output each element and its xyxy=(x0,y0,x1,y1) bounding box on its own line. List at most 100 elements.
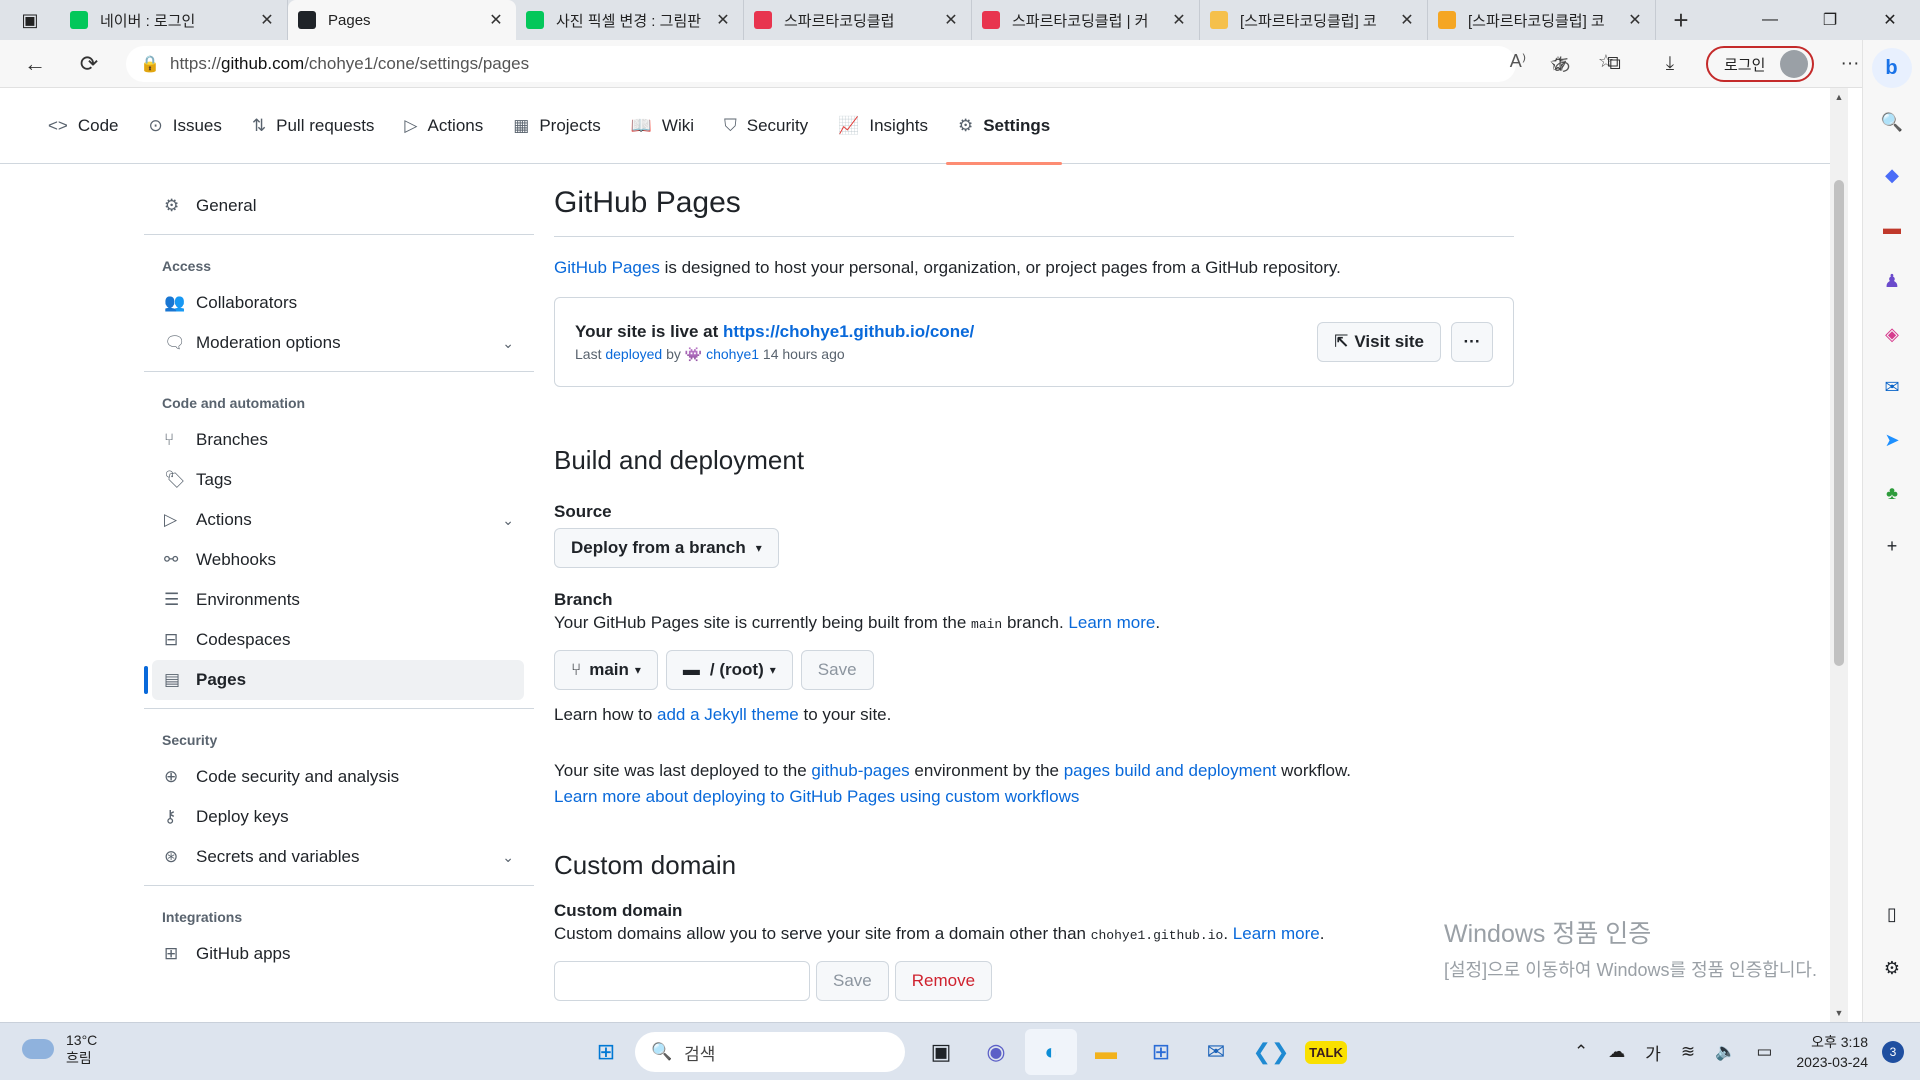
browser-tab[interactable]: 스파르타코딩클럽 ✕ xyxy=(744,0,972,40)
sidebar-item-tags[interactable]: 🏷 Tags xyxy=(144,460,534,500)
deployed-link[interactable]: deployed xyxy=(605,346,662,362)
close-tab-icon[interactable]: ✕ xyxy=(713,10,733,30)
tab-settings[interactable]: ⚙ Settings xyxy=(945,88,1063,165)
ime-indicator[interactable]: 가 xyxy=(1645,1040,1661,1065)
tab-wiki[interactable]: 📖 Wiki xyxy=(631,88,694,164)
sidebar-item-actions[interactable]: ▷ Actions ⌄ xyxy=(144,500,534,540)
taskbar-search[interactable]: 🔍 검색 xyxy=(635,1032,905,1072)
task-view-icon[interactable]: ▣ xyxy=(915,1029,967,1075)
browser-tab[interactable]: [스파르타코딩클럽] 코 ✕ xyxy=(1200,0,1428,40)
chevron-up-icon[interactable]: ⌃ xyxy=(1574,1042,1588,1062)
search-icon[interactable]: 🔍 xyxy=(1863,96,1920,149)
downloads-icon[interactable]: ⤓ xyxy=(1642,46,1698,82)
save-branch-button[interactable]: Save xyxy=(800,650,874,690)
sidebar-item-branches[interactable]: ⑂ Branches xyxy=(144,420,534,460)
tab-actions[interactable]: ▷ Actions xyxy=(404,88,483,164)
save-domain-button[interactable]: Save xyxy=(816,961,889,1001)
wifi-icon[interactable]: ≋ xyxy=(1681,1042,1695,1062)
custom-domain-input[interactable] xyxy=(554,961,810,1001)
kakaotalk-icon[interactable]: TALK xyxy=(1300,1029,1352,1075)
file-explorer-icon[interactable]: ▬ xyxy=(1080,1029,1132,1075)
clock[interactable]: 오후 3:18 2023-03-24 xyxy=(1796,1032,1868,1072)
start-icon[interactable]: ⊞ xyxy=(580,1029,632,1075)
close-window-button[interactable]: ✕ xyxy=(1860,0,1920,40)
edge-icon[interactable]: ◐ xyxy=(1025,1029,1077,1075)
profile-login-button[interactable]: 로그인 xyxy=(1706,46,1814,82)
browser-tab[interactable]: Pages ✕ xyxy=(288,0,516,40)
sidebar-item-secrets[interactable]: ⊛ Secrets and variables ⌄ xyxy=(144,837,534,877)
vscode-icon[interactable]: ❮❯ xyxy=(1245,1029,1297,1075)
browser-tab[interactable]: 스파르타코딩클럽 | 커 ✕ xyxy=(972,0,1200,40)
tab-security[interactable]: ⛉ Security xyxy=(724,88,808,164)
browser-tab[interactable]: [스파르타코딩클럽] 코 ✕ xyxy=(1428,0,1656,40)
tab-issues[interactable]: ⊙ Issues xyxy=(149,88,222,164)
back-button[interactable]: ← xyxy=(8,40,62,88)
scroll-up-icon[interactable]: ▲ xyxy=(1830,92,1848,102)
visit-site-button[interactable]: ⇱ Visit site xyxy=(1317,322,1441,362)
sidebar-item-code-security[interactable]: ⊕ Code security and analysis xyxy=(144,757,534,797)
close-tab-icon[interactable]: ✕ xyxy=(1625,10,1645,30)
tab-insights[interactable]: 📈 Insights xyxy=(838,88,928,164)
tab-projects[interactable]: ▦ Projects xyxy=(513,88,600,164)
remove-domain-button[interactable]: Remove xyxy=(894,961,993,1001)
outlook-icon[interactable]: ✉ xyxy=(1863,361,1920,414)
environment-link[interactable]: github-pages xyxy=(811,761,909,780)
custom-workflows-link[interactable]: Learn more about deploying to GitHub Pag… xyxy=(554,787,1079,806)
learn-more-link[interactable]: Learn more xyxy=(1068,613,1155,632)
sidebar-item-collaborators[interactable]: 👥 Collaborators xyxy=(144,283,534,323)
weather-widget[interactable]: 13°C 흐림 xyxy=(22,1031,97,1067)
split-screen-icon[interactable]: ▯ xyxy=(1863,888,1920,941)
mail-icon[interactable]: ✉ xyxy=(1190,1029,1242,1075)
sidebar-item-moderation[interactable]: 🗨 Moderation options ⌄ xyxy=(144,323,534,363)
browser-tab[interactable]: 네이버 : 로그인 ✕ xyxy=(60,0,288,40)
close-tab-icon[interactable]: ✕ xyxy=(941,10,961,30)
notification-badge[interactable]: 3 xyxy=(1882,1041,1904,1063)
teams-chat-icon[interactable]: ◉ xyxy=(970,1029,1022,1075)
jekyll-theme-link[interactable]: add a Jekyll theme xyxy=(657,705,799,724)
more-options-button[interactable]: ··· xyxy=(1451,322,1493,362)
scroll-down-icon[interactable]: ▼ xyxy=(1830,1008,1848,1018)
folder-select[interactable]: ▬ / (root) ▾ xyxy=(665,650,793,690)
onedrive-icon[interactable]: ☁ xyxy=(1608,1042,1625,1062)
shopping-icon[interactable]: ◆ xyxy=(1863,149,1920,202)
sidebar-item-environments[interactable]: ☰ Environments xyxy=(144,580,534,620)
user-link[interactable]: chohye1 xyxy=(706,346,759,362)
add-sidebar-icon[interactable]: + xyxy=(1863,520,1920,573)
scroll-thumb[interactable] xyxy=(1834,180,1844,666)
sidebar-item-pages[interactable]: ▤ Pages xyxy=(144,660,524,700)
office-icon[interactable]: ◈ xyxy=(1863,308,1920,361)
close-tab-icon[interactable]: ✕ xyxy=(486,10,506,30)
battery-icon[interactable]: ▭ xyxy=(1756,1042,1772,1062)
close-tab-icon[interactable]: ✕ xyxy=(1397,10,1417,30)
branch-select[interactable]: ⑂ main ▾ xyxy=(554,650,658,690)
sidebar-item-webhooks[interactable]: ⚯ Webhooks xyxy=(144,540,534,580)
collections-icon[interactable]: ⧉ xyxy=(1586,46,1642,82)
url-bar[interactable]: 🔒 https://github.com/chohye1/cone/settin… xyxy=(126,46,1614,82)
sidebar-item-codespaces[interactable]: ⊟ Codespaces xyxy=(144,620,534,660)
sidebar-settings-icon[interactable]: ⚙ xyxy=(1863,942,1920,995)
site-url-link[interactable]: https://chohye1.github.io/cone/ xyxy=(723,322,974,341)
close-tab-icon[interactable]: ✕ xyxy=(257,10,277,30)
custom-learn-more-link[interactable]: Learn more xyxy=(1233,924,1320,943)
browser-tab[interactable]: 사진 픽셀 변경 : 그림판 ✕ xyxy=(516,0,744,40)
page-scrollbar[interactable]: ▲ ▼ xyxy=(1830,88,1848,1022)
tab-code[interactable]: <> Code xyxy=(48,88,119,164)
close-tab-icon[interactable]: ✕ xyxy=(1169,10,1189,30)
tab-actions-icon[interactable]: ▣ xyxy=(0,0,60,40)
tab-pull-requests[interactable]: ⇅ Pull requests xyxy=(252,88,375,164)
workflow-link[interactable]: pages build and deployment xyxy=(1064,761,1277,780)
new-tab-button[interactable]: + xyxy=(1656,0,1706,40)
sidebar-item-github-apps[interactable]: ⊞ GitHub apps xyxy=(144,934,534,974)
games-icon[interactable]: ♟ xyxy=(1863,255,1920,308)
bing-copilot-icon[interactable]: b xyxy=(1871,48,1912,88)
maximize-button[interactable]: ❐ xyxy=(1800,0,1860,40)
send-icon[interactable]: ➤ xyxy=(1863,414,1920,467)
tools-icon[interactable]: ▬ xyxy=(1863,202,1920,255)
refresh-button[interactable]: ⟳ xyxy=(62,40,116,88)
volume-icon[interactable]: 🔈 xyxy=(1715,1042,1736,1062)
sidebar-item-deploy-keys[interactable]: ⚷ Deploy keys xyxy=(144,797,534,837)
minimize-button[interactable]: — xyxy=(1740,0,1800,40)
store-icon[interactable]: ⊞ xyxy=(1135,1029,1187,1075)
sidebar-item-general[interactable]: ⚙ General xyxy=(144,186,534,226)
favorites-icon[interactable]: ✩ xyxy=(1530,46,1586,82)
